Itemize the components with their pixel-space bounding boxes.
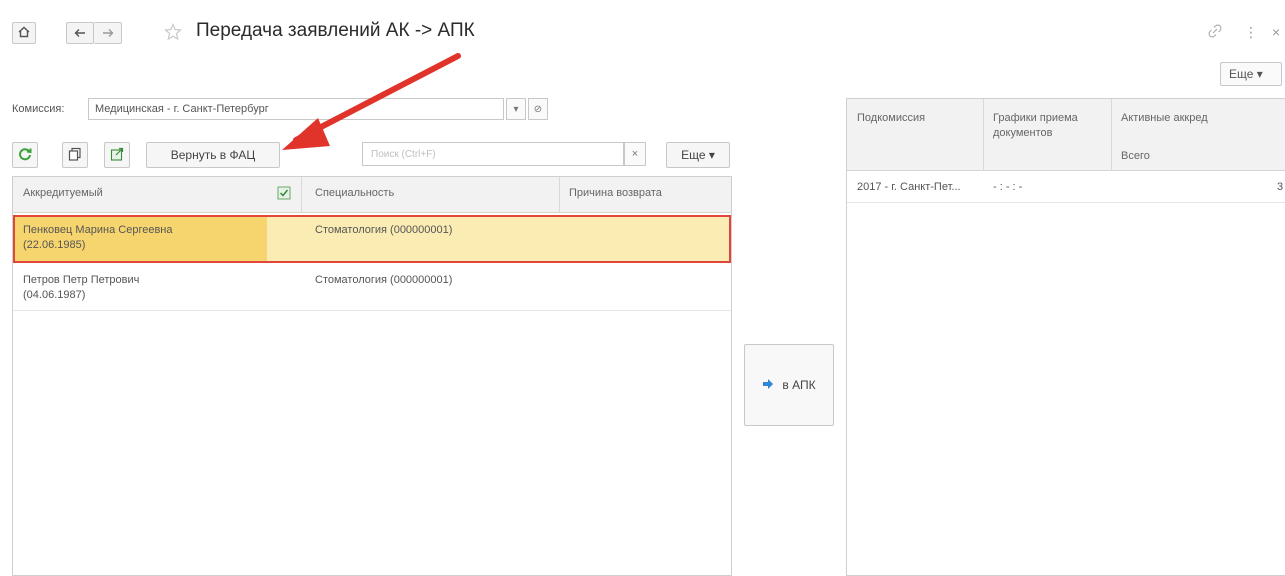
row-schedule: - : - : - <box>993 181 1023 193</box>
forward-button[interactable] <box>94 22 122 44</box>
arrow-right-icon <box>102 26 114 41</box>
row-name: Пенковец Марина Сергеевна <box>23 224 173 236</box>
link-icon[interactable] <box>1208 24 1222 41</box>
search-input[interactable]: Поиск (Ctrl+F) <box>362 142 624 166</box>
table-header: Аккредитуемый Специальность Причина возв… <box>13 177 731 213</box>
search-clear-button[interactable]: × <box>624 142 646 166</box>
export-button[interactable] <box>104 142 130 168</box>
move-to-apk-button[interactable]: в АПК <box>744 344 834 426</box>
column-header-reason[interactable]: Причина возврата <box>569 187 662 199</box>
back-button[interactable] <box>66 22 94 44</box>
commission-field[interactable]: Медицинская - г. Санкт-Петербург <box>88 98 504 120</box>
row-specialty: Стоматология (000000001) <box>315 224 453 236</box>
return-to-fac-button[interactable]: Вернуть в ФАЦ <box>146 142 280 168</box>
row-specialty: Стоматология (000000001) <box>315 274 453 286</box>
copy-icon <box>68 147 82 164</box>
row-dob: (04.06.1987) <box>23 289 86 301</box>
column-separator <box>1111 99 1112 171</box>
column-separator <box>559 177 560 213</box>
close-icon[interactable]: × <box>1272 24 1280 40</box>
export-icon <box>110 147 124 164</box>
row-total: 3 <box>1277 181 1284 193</box>
column-header-accredited[interactable]: Аккредитуемый <box>23 187 103 199</box>
refresh-icon <box>18 147 32 164</box>
column-header-schedule[interactable]: Графики приема документов <box>993 111 1093 141</box>
table-header: Подкомиссия Графики приема документов Ак… <box>847 99 1285 171</box>
row-dob: (22.06.1985) <box>23 239 86 251</box>
row-name: Петров Петр Петрович <box>23 274 140 286</box>
subcommission-table: Подкомиссия Графики приема документов Ак… <box>846 98 1285 576</box>
table-row[interactable]: 2017 - г. Санкт-Пет... - : - : - 3 <box>847 171 1285 203</box>
column-header-specialty[interactable]: Специальность <box>315 187 394 199</box>
refresh-button[interactable] <box>12 142 38 168</box>
more-button-top[interactable]: Еще ▾ <box>1220 62 1282 86</box>
star-icon[interactable] <box>164 23 182 46</box>
column-separator <box>301 177 302 213</box>
arrow-left-icon <box>74 26 86 41</box>
home-icon <box>18 26 30 41</box>
more-button[interactable]: Еще ▾ <box>666 142 730 168</box>
table-row[interactable]: Петров Петр Петрович (04.06.1987) Стомат… <box>13 263 731 311</box>
page-title: Передача заявлений АК -> АПК <box>196 20 475 41</box>
column-separator <box>983 99 984 171</box>
commission-open-button[interactable]: ⊘ <box>528 98 548 120</box>
home-button[interactable] <box>12 22 36 44</box>
subheader-total: Всего <box>1121 150 1150 162</box>
commission-label: Комиссия: <box>12 103 65 115</box>
arrow-right-icon <box>762 378 774 393</box>
table-row-selected[interactable]: Пенковец Марина Сергеевна (22.06.1985) С… <box>13 215 731 263</box>
column-header-active[interactable]: Активные аккред <box>1121 111 1208 126</box>
commission-dropdown-button[interactable]: ▾ <box>506 98 526 120</box>
column-header-subcommission[interactable]: Подкомиссия <box>857 111 925 126</box>
vertical-dots-icon[interactable]: ⋮ <box>1244 24 1258 41</box>
copy-button[interactable] <box>62 142 88 168</box>
checklist-icon[interactable] <box>277 186 291 205</box>
move-to-apk-label: в АПК <box>782 378 816 392</box>
row-subcommission: 2017 - г. Санкт-Пет... <box>857 181 961 193</box>
accredited-table: Аккредитуемый Специальность Причина возв… <box>12 176 732 576</box>
